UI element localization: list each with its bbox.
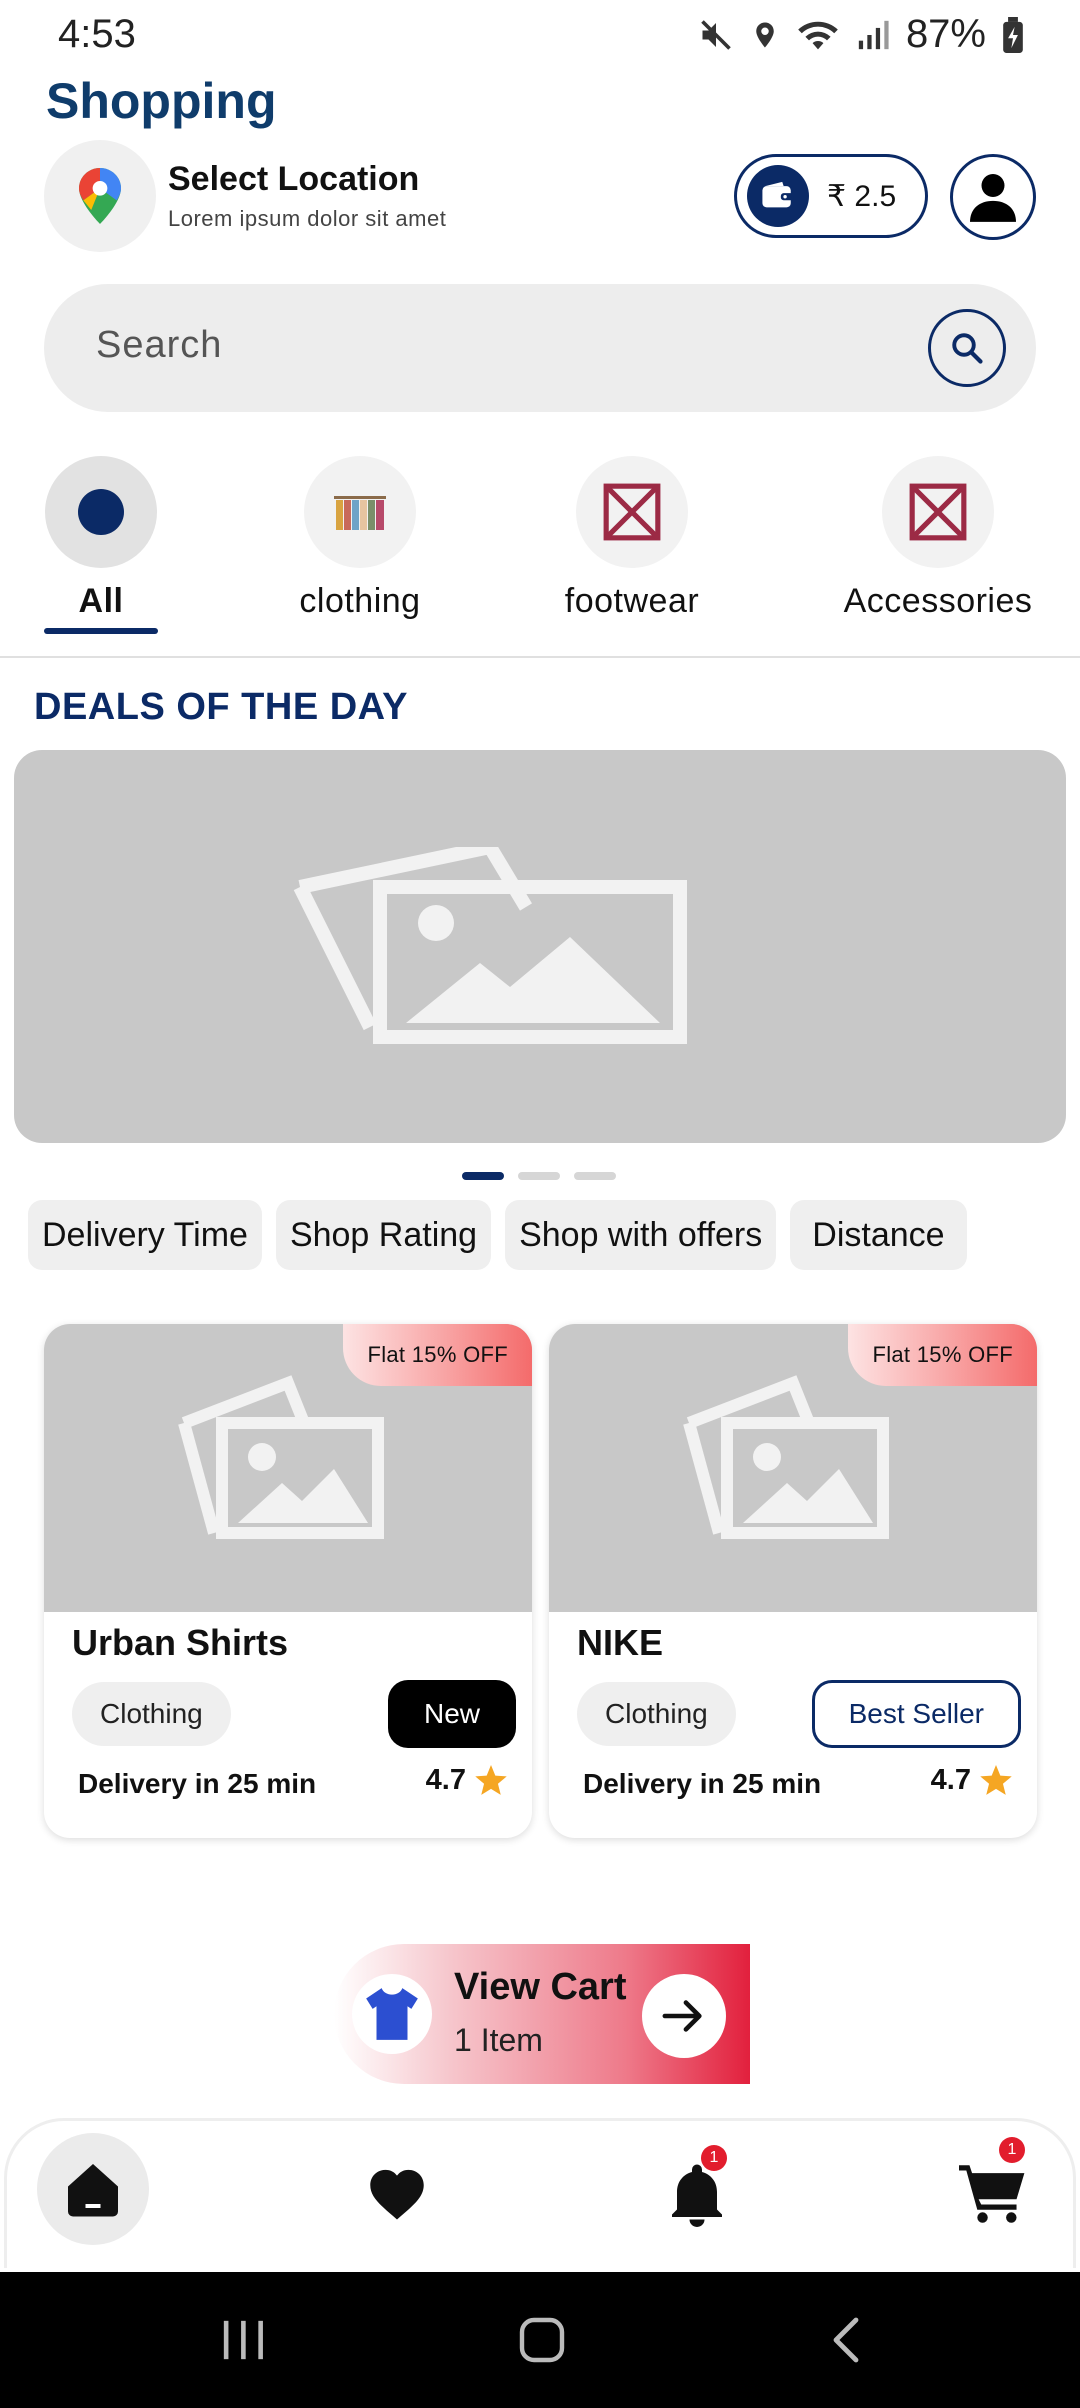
filter-shop-rating[interactable]: Shop Rating xyxy=(275,1200,492,1270)
product-card[interactable]: Flat 15% OFF Urban Shirts Clothing New D… xyxy=(44,1324,532,1838)
location-subtitle: Lorem ipsum dolor sit amet xyxy=(168,206,447,231)
cart-item-thumbnail xyxy=(352,1974,432,2054)
rating-value: 4.7 xyxy=(425,1764,466,1796)
home-system-icon[interactable] xyxy=(518,2316,566,2364)
carousel-dot[interactable] xyxy=(518,1172,560,1180)
image-placeholder-icon xyxy=(178,1375,384,1539)
signal-icon xyxy=(858,20,889,49)
product-rating: 4.7 xyxy=(931,1764,1013,1797)
status-time: 4:53 xyxy=(58,12,136,56)
mute-icon xyxy=(701,19,731,50)
nav-favorites[interactable] xyxy=(359,2159,435,2229)
home-icon xyxy=(68,2164,118,2217)
search-bar[interactable]: Search xyxy=(44,284,1036,412)
delivery-time: Delivery in 25 min xyxy=(583,1768,822,1799)
rating-value: 4.7 xyxy=(930,1764,971,1796)
filter-shop-offers[interactable]: Shop with offers xyxy=(505,1200,777,1270)
broken-image-icon xyxy=(882,456,994,568)
wallet-icon xyxy=(747,165,809,227)
recent-apps-icon[interactable] xyxy=(220,2318,266,2362)
filter-delivery-time[interactable]: Delivery Time xyxy=(28,1200,262,1270)
nav-notifications[interactable]: 1 xyxy=(659,2145,735,2235)
deals-banner[interactable] xyxy=(14,750,1066,1143)
product-category: Clothing xyxy=(577,1682,736,1746)
category-all-icon xyxy=(45,456,157,568)
deals-title: DEALS OF THE DAY xyxy=(34,686,408,728)
divider xyxy=(0,656,1080,658)
wifi-icon xyxy=(798,21,838,49)
nav-cart[interactable]: 1 xyxy=(953,2137,1033,2229)
arrow-right-icon[interactable] xyxy=(642,1974,726,2058)
star-icon xyxy=(475,1764,507,1795)
image-placeholder-icon xyxy=(683,1375,889,1539)
wallet-amount: ₹ 2.5 xyxy=(827,179,897,213)
category-active-indicator xyxy=(44,628,158,634)
search-icon xyxy=(952,333,983,364)
category-accessories[interactable]: Accessories xyxy=(842,456,1034,621)
product-category: Clothing xyxy=(72,1682,231,1746)
product-tag: Best Seller xyxy=(811,1680,1021,1748)
category-label: footwear xyxy=(564,582,700,620)
profile-button[interactable] xyxy=(950,154,1036,240)
search-input[interactable]: Search xyxy=(96,324,222,367)
category-label: Accessories xyxy=(843,582,1033,620)
category-label: clothing xyxy=(299,582,421,620)
cart-icon xyxy=(959,2165,1025,2223)
filter-chips: Delivery Time Shop Rating Shop with offe… xyxy=(28,1200,967,1270)
bottom-navigation: 1 1 xyxy=(4,2118,1076,2268)
product-card[interactable]: Flat 15% OFF NIKE Clothing Best Seller D… xyxy=(549,1324,1037,1838)
carousel-indicator xyxy=(462,1172,616,1180)
category-label: All xyxy=(78,582,124,620)
location-status-icon xyxy=(756,22,774,47)
wallet-button[interactable]: ₹ 2.5 xyxy=(734,154,928,238)
clothing-icon xyxy=(304,456,416,568)
carousel-dot[interactable] xyxy=(574,1172,616,1180)
offer-badge: Flat 15% OFF xyxy=(848,1324,1037,1386)
battery-percent: 87% xyxy=(905,12,986,56)
system-navigation-bar xyxy=(0,2272,1080,2408)
app-title: Shopping xyxy=(46,73,277,129)
product-tag: New xyxy=(387,1680,516,1748)
cart-badge: 1 xyxy=(999,2137,1025,2163)
cart-title: View Cart xyxy=(454,1966,627,2008)
category-footwear[interactable]: footwear xyxy=(562,456,702,621)
offer-badge: Flat 15% OFF xyxy=(343,1324,532,1386)
image-placeholder-icon xyxy=(293,846,687,1044)
product-rating: 4.7 xyxy=(426,1764,508,1797)
delivery-time: Delivery in 25 min xyxy=(78,1768,317,1799)
heart-icon xyxy=(370,2169,424,2220)
tshirt-icon xyxy=(366,1988,418,2040)
user-icon xyxy=(970,174,1016,222)
status-icons: 87% xyxy=(698,12,1024,57)
cart-item-count: 1 Item xyxy=(454,2022,543,2058)
map-pin-icon[interactable] xyxy=(44,140,156,252)
category-clothing[interactable]: clothing xyxy=(296,456,424,621)
search-button[interactable] xyxy=(928,309,1006,387)
broken-image-icon xyxy=(576,456,688,568)
carousel-dot[interactable] xyxy=(462,1172,504,1180)
battery-icon xyxy=(1003,16,1023,53)
back-icon[interactable] xyxy=(826,2316,866,2364)
location-title[interactable]: Select Location xyxy=(168,160,419,199)
product-name: Urban Shirts xyxy=(72,1622,289,1663)
star-icon xyxy=(980,1764,1012,1795)
bell-icon xyxy=(672,2164,722,2227)
notification-badge: 1 xyxy=(701,2145,727,2171)
nav-home[interactable] xyxy=(37,2133,149,2245)
product-name: NIKE xyxy=(577,1622,664,1663)
filter-distance[interactable]: Distance xyxy=(790,1200,967,1270)
category-all[interactable]: All xyxy=(44,456,158,621)
view-cart-button[interactable]: View Cart 1 Item xyxy=(334,1944,750,2084)
